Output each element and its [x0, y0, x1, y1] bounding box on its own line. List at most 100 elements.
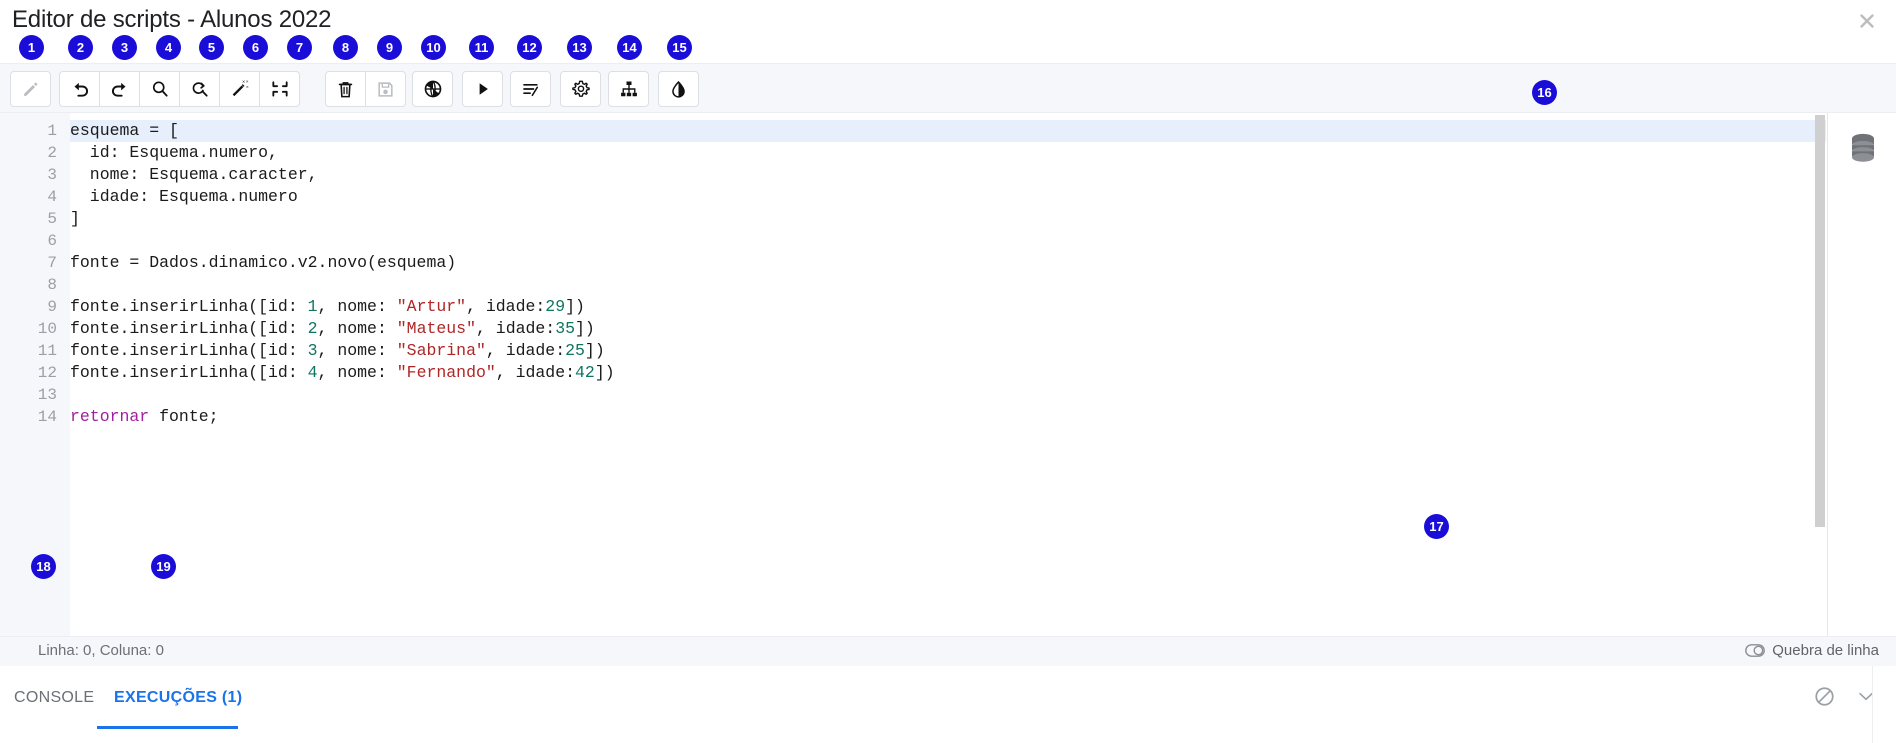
code-token: 2 — [307, 319, 318, 338]
editor-scrollbar-thumb[interactable] — [1815, 115, 1825, 527]
line-number: 14 — [37, 408, 57, 426]
collapse-button[interactable] — [259, 71, 300, 107]
annotation-badge-7: 7 — [287, 35, 312, 60]
toggle-switch-icon — [1745, 644, 1766, 657]
collapse-icon — [271, 81, 288, 97]
code-token: ]) — [565, 297, 585, 316]
close-icon[interactable] — [1852, 6, 1882, 36]
edit-button[interactable] — [10, 71, 51, 107]
save-button[interactable] — [365, 71, 406, 107]
list-edit-icon — [522, 84, 538, 97]
code-token: esquema = [ — [70, 121, 179, 140]
line-number: 5 — [47, 210, 57, 228]
annotation-badge-15: 15 — [667, 35, 692, 60]
code-content[interactable]: esquema = [ id: Esquema.numero, nome: Es… — [70, 113, 1826, 636]
line-number: 6 — [47, 232, 57, 250]
block-clear-icon[interactable] — [1810, 682, 1838, 710]
code-line[interactable] — [70, 384, 1826, 406]
script-editor-window: Editor de scripts - Alunos 2022 × × × 1 … — [0, 0, 1896, 743]
editor-toolbar: × × × — [0, 63, 1896, 113]
chevron-down-icon[interactable] — [1852, 682, 1880, 710]
annotation-badge-13: 13 — [567, 35, 592, 60]
code-token: ] — [70, 209, 80, 228]
code-line[interactable]: fonte.inserirLinha([id: 3, nome: "Sabrin… — [70, 340, 1826, 362]
line-number: 8 — [47, 276, 57, 294]
code-token: fonte.inserirLinha([id: — [70, 297, 308, 316]
code-line[interactable]: ] — [70, 208, 1826, 230]
bottom-panel-divider — [1872, 666, 1873, 743]
line-wrap-toggle[interactable]: Quebra de linha — [1745, 642, 1879, 659]
code-token: idade: Esquema.numero — [70, 187, 298, 206]
svg-text:×: × — [245, 79, 248, 84]
editor-statusbar: Linha: 0, Coluna: 0 Quebra de linha — [0, 636, 1896, 666]
contrast-drop-icon — [672, 80, 685, 98]
toolbar-group-hierarchy — [608, 71, 649, 107]
pencil-icon — [24, 82, 38, 96]
hierarchy-button[interactable] — [608, 71, 649, 107]
tab-console[interactable]: CONSOLE — [14, 674, 94, 722]
delete-button[interactable] — [325, 71, 366, 107]
theme-button[interactable] — [658, 71, 699, 107]
toolbar-group-file — [325, 71, 406, 107]
code-token: "Artur" — [396, 297, 467, 316]
code-line[interactable]: nome: Esquema.caracter, — [70, 164, 1826, 186]
code-token: ]) — [594, 363, 615, 382]
annotation-badge-18: 18 — [31, 554, 56, 579]
tab-execucoes[interactable]: EXECUÇÕES (1) — [114, 674, 242, 722]
run-button[interactable] — [462, 71, 503, 107]
code-editor[interactable]: 1 2 3 4 5 6 7 8 9 10 11 12 13 14 esquema = [ id: Esqu… — [0, 113, 1826, 636]
code-token: fonte.inserirLinha([id: — [70, 341, 308, 360]
code-line[interactable]: retornar fonte; — [70, 406, 1826, 428]
code-line[interactable] — [70, 274, 1826, 296]
toolbar-group-editing: × × × — [59, 71, 300, 107]
globe-button[interactable] — [412, 71, 453, 107]
svg-text:×: × — [242, 80, 245, 86]
right-rail — [1827, 113, 1896, 636]
toolbar-group-run — [462, 71, 503, 107]
bottom-panel-tabs: CONSOLE EXECUÇÕES (1) — [0, 666, 1896, 743]
annotation-badge-11: 11 — [469, 35, 494, 60]
annotation-badge-4: 4 — [156, 35, 181, 60]
data-sources-icon[interactable] — [1846, 130, 1880, 164]
replace-button[interactable] — [179, 71, 220, 107]
annotation-badge-9: 9 — [377, 35, 402, 60]
code-token: 35 — [555, 319, 576, 338]
annotation-badge-5: 5 — [199, 35, 224, 60]
code-token: , idade: — [495, 363, 576, 382]
play-icon — [479, 83, 488, 95]
undo-icon — [74, 82, 88, 97]
line-number: 13 — [37, 386, 57, 404]
code-line[interactable]: idade: Esquema.numero — [70, 186, 1826, 208]
line-number: 4 — [47, 188, 57, 206]
toolbar-group-edit — [10, 71, 51, 107]
annotation-badge-8: 8 — [333, 35, 358, 60]
format-magic-button[interactable]: × × × — [219, 71, 260, 107]
line-number: 10 — [37, 320, 57, 338]
code-line[interactable]: id: Esquema.numero, — [70, 142, 1826, 164]
log-button[interactable] — [510, 71, 551, 107]
line-number: 7 — [47, 254, 57, 272]
code-line[interactable]: fonte.inserirLinha([id: 1, nome: "Artur"… — [70, 296, 1826, 318]
annotation-badge-16: 16 — [1532, 80, 1557, 105]
code-token: ]) — [584, 341, 605, 360]
code-token: fonte.inserirLinha([id: — [70, 363, 308, 382]
redo-button[interactable] — [99, 71, 140, 107]
code-line[interactable]: esquema = [ — [70, 120, 1826, 142]
settings-button[interactable] — [560, 71, 601, 107]
gear-icon — [571, 80, 590, 97]
annotation-badge-14: 14 — [617, 35, 642, 60]
tab-active-underline — [97, 726, 238, 729]
search-replace-icon — [192, 82, 208, 97]
find-button[interactable] — [139, 71, 180, 107]
code-line[interactable] — [70, 230, 1826, 252]
code-line[interactable]: fonte.inserirLinha([id: 4, nome: "Fernan… — [70, 362, 1826, 384]
code-token: , idade: — [466, 297, 546, 316]
line-number: 1 — [47, 122, 57, 140]
code-line[interactable]: fonte = Dados.dinamico.v2.novo(esquema) — [70, 252, 1826, 274]
code-token: 42 — [575, 363, 595, 382]
window-title: Editor de scripts - Alunos 2022 — [12, 6, 332, 33]
undo-button[interactable] — [59, 71, 100, 107]
annotation-badge-1: 1 — [19, 35, 44, 60]
code-line[interactable]: fonte.inserirLinha([id: 2, nome: "Mateus… — [70, 318, 1826, 340]
annotation-badge-19: 19 — [151, 554, 176, 579]
